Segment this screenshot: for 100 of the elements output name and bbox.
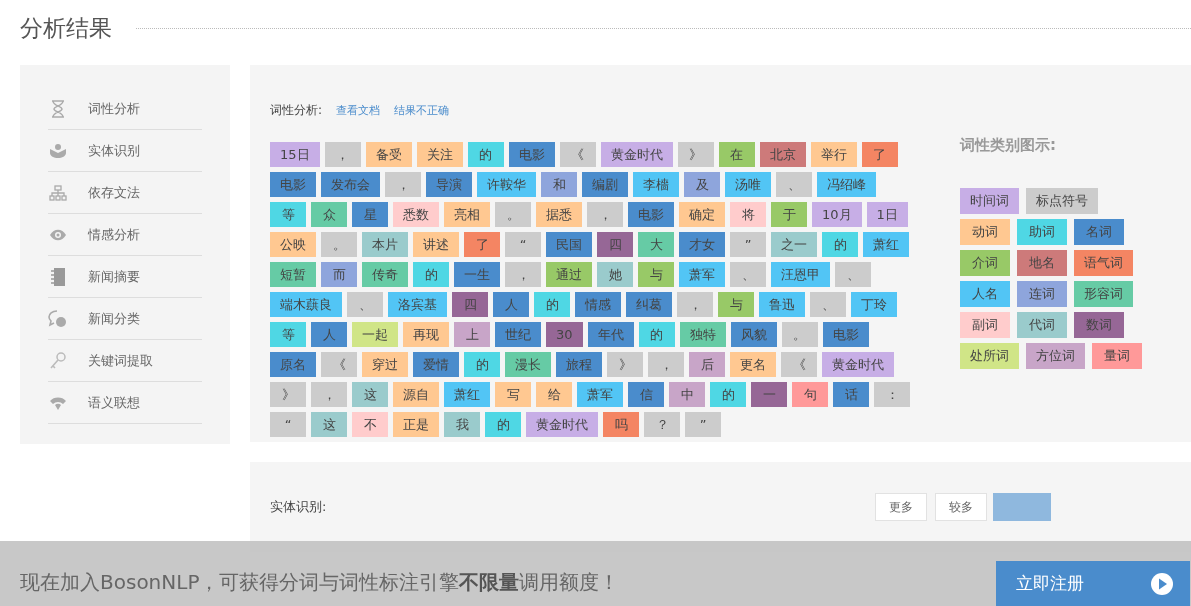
register-button[interactable]: 立即注册 — [996, 561, 1190, 606]
word-tag: 短暂 — [270, 262, 316, 287]
sidebar-item[interactable]: 词性分析 — [48, 88, 202, 130]
word-tag: 源自 — [393, 382, 439, 407]
legend-tag: 地名 — [1017, 250, 1067, 276]
sidebar-item[interactable]: 新闻摘要 — [48, 256, 202, 298]
word-tag: ， — [648, 352, 684, 377]
word-tag: 10月 — [812, 202, 862, 227]
sidebar-item[interactable]: 依存文法 — [48, 172, 202, 214]
word-tag: 与 — [638, 262, 674, 287]
word-tag: 李檣 — [633, 172, 679, 197]
word-tag: ” — [685, 412, 721, 437]
word-tag: 本片 — [362, 232, 408, 257]
page-title: 分析结果 — [20, 14, 112, 43]
word-tag: 萧红 — [444, 382, 490, 407]
word-tag: “ — [505, 232, 541, 257]
word-tag: 民国 — [546, 232, 592, 257]
word-tag: 了 — [861, 142, 898, 167]
word-tag: ？ — [644, 412, 680, 437]
word-tag: 一起 — [352, 322, 398, 347]
hierarchy-icon — [48, 184, 68, 201]
word-tag: ， — [505, 262, 541, 287]
legend-tag: 动词 — [960, 219, 1010, 245]
legend-tag: 处所词 — [960, 343, 1019, 369]
promo-text: 现在加入BosonNLP，可获得分词与词性标注引擎不限量调用额度！ — [20, 569, 621, 596]
word-tag: 的 — [464, 352, 500, 377]
word-tag: 我 — [444, 412, 480, 437]
sidebar-item[interactable]: 语义联想 — [48, 382, 202, 424]
word-tag: 上 — [454, 322, 490, 347]
word-tag: 四 — [452, 292, 488, 317]
word-tag: 萧军 — [679, 262, 725, 287]
word-tag: 大 — [638, 232, 674, 257]
amount-button[interactable]: 较多 — [935, 493, 987, 521]
word-tag: 黄金时代 — [600, 142, 673, 167]
amount-button[interactable]: 更多 — [875, 493, 927, 521]
word-tag: 正是 — [393, 412, 439, 437]
word-tag: 才女 — [679, 232, 725, 257]
word-tag: 漫长 — [505, 352, 551, 377]
word-tag: 纠葛 — [626, 292, 672, 317]
word-tag: 关注 — [416, 142, 463, 167]
word-tag: 通过 — [546, 262, 592, 287]
word-tag: 传奇 — [362, 262, 408, 287]
word-tag: 》 — [677, 142, 714, 167]
word-tag: 穿过 — [362, 352, 408, 377]
word-tag: 信 — [628, 382, 664, 407]
word-tag: 后 — [689, 352, 725, 377]
word-tag: 的 — [413, 262, 449, 287]
word-tag: “ — [270, 412, 306, 437]
eye-icon — [48, 228, 68, 241]
word-tag: 众 — [311, 202, 347, 227]
word-tag: ， — [385, 172, 421, 197]
word-tag: 悉数 — [393, 202, 439, 227]
word-tag: ： — [874, 382, 910, 407]
word-tag: 旅程 — [556, 352, 602, 377]
link[interactable]: 结果不正确 — [394, 103, 450, 118]
word-tag: 情感 — [575, 292, 621, 317]
word-tag: 人 — [493, 292, 529, 317]
word-tag: 导演 — [426, 172, 472, 197]
sidebar-item[interactable]: 新闻分类 — [48, 298, 202, 340]
word-tag: 公映 — [270, 232, 316, 257]
word-tag: 《 — [781, 352, 817, 377]
word-tag: 了 — [464, 232, 500, 257]
word-tag: 风貌 — [730, 322, 777, 347]
legend-tag: 标点符号 — [1026, 188, 1098, 214]
word-tag: 据悉 — [536, 202, 582, 227]
word-tag: 、 — [810, 292, 846, 317]
word-tag: 中 — [669, 382, 705, 407]
word-tag: 的 — [485, 412, 521, 437]
word-tag: ， — [324, 142, 361, 167]
word-tag: 星 — [352, 202, 388, 227]
word-tag: 电影 — [508, 142, 555, 167]
word-tag: 》 — [607, 352, 643, 377]
word-tag: 独特 — [679, 322, 726, 347]
link[interactable]: 查看文档 — [336, 103, 381, 118]
amount-button[interactable] — [993, 493, 1051, 521]
sidebar-item[interactable]: 关键词提取 — [48, 340, 202, 382]
word-tag: 洛宾基 — [388, 292, 447, 317]
word-tag: 发布会 — [321, 172, 380, 197]
word-tag: 备受 — [365, 142, 412, 167]
word-tag: 的 — [710, 382, 746, 407]
word-tag: 这 — [352, 382, 388, 407]
word-tag: 。 — [321, 232, 357, 257]
legend-tag: 数词 — [1074, 312, 1124, 338]
word-tag: 写 — [495, 382, 531, 407]
word-tag: 与 — [718, 292, 754, 317]
word-tag: 句 — [792, 382, 828, 407]
word-tag: 黄金时代 — [526, 412, 598, 437]
word-tag: 汪恩甲 — [771, 262, 830, 287]
word-tag: 电影 — [628, 202, 674, 227]
sidebar-item[interactable]: 情感分析 — [48, 214, 202, 256]
word-tag: ” — [730, 232, 766, 257]
legend-tag: 方位词 — [1026, 343, 1085, 369]
bowl-icon — [48, 142, 68, 159]
sidebar-item[interactable]: 实体识别 — [48, 130, 202, 172]
key-icon — [48, 351, 68, 370]
section-label: 词性分析: — [270, 102, 323, 119]
word-tag: 30 — [546, 322, 583, 347]
word-tag: 冯绍峰 — [817, 172, 876, 197]
word-tag: 确定 — [679, 202, 725, 227]
word-tag: 。 — [781, 322, 818, 347]
